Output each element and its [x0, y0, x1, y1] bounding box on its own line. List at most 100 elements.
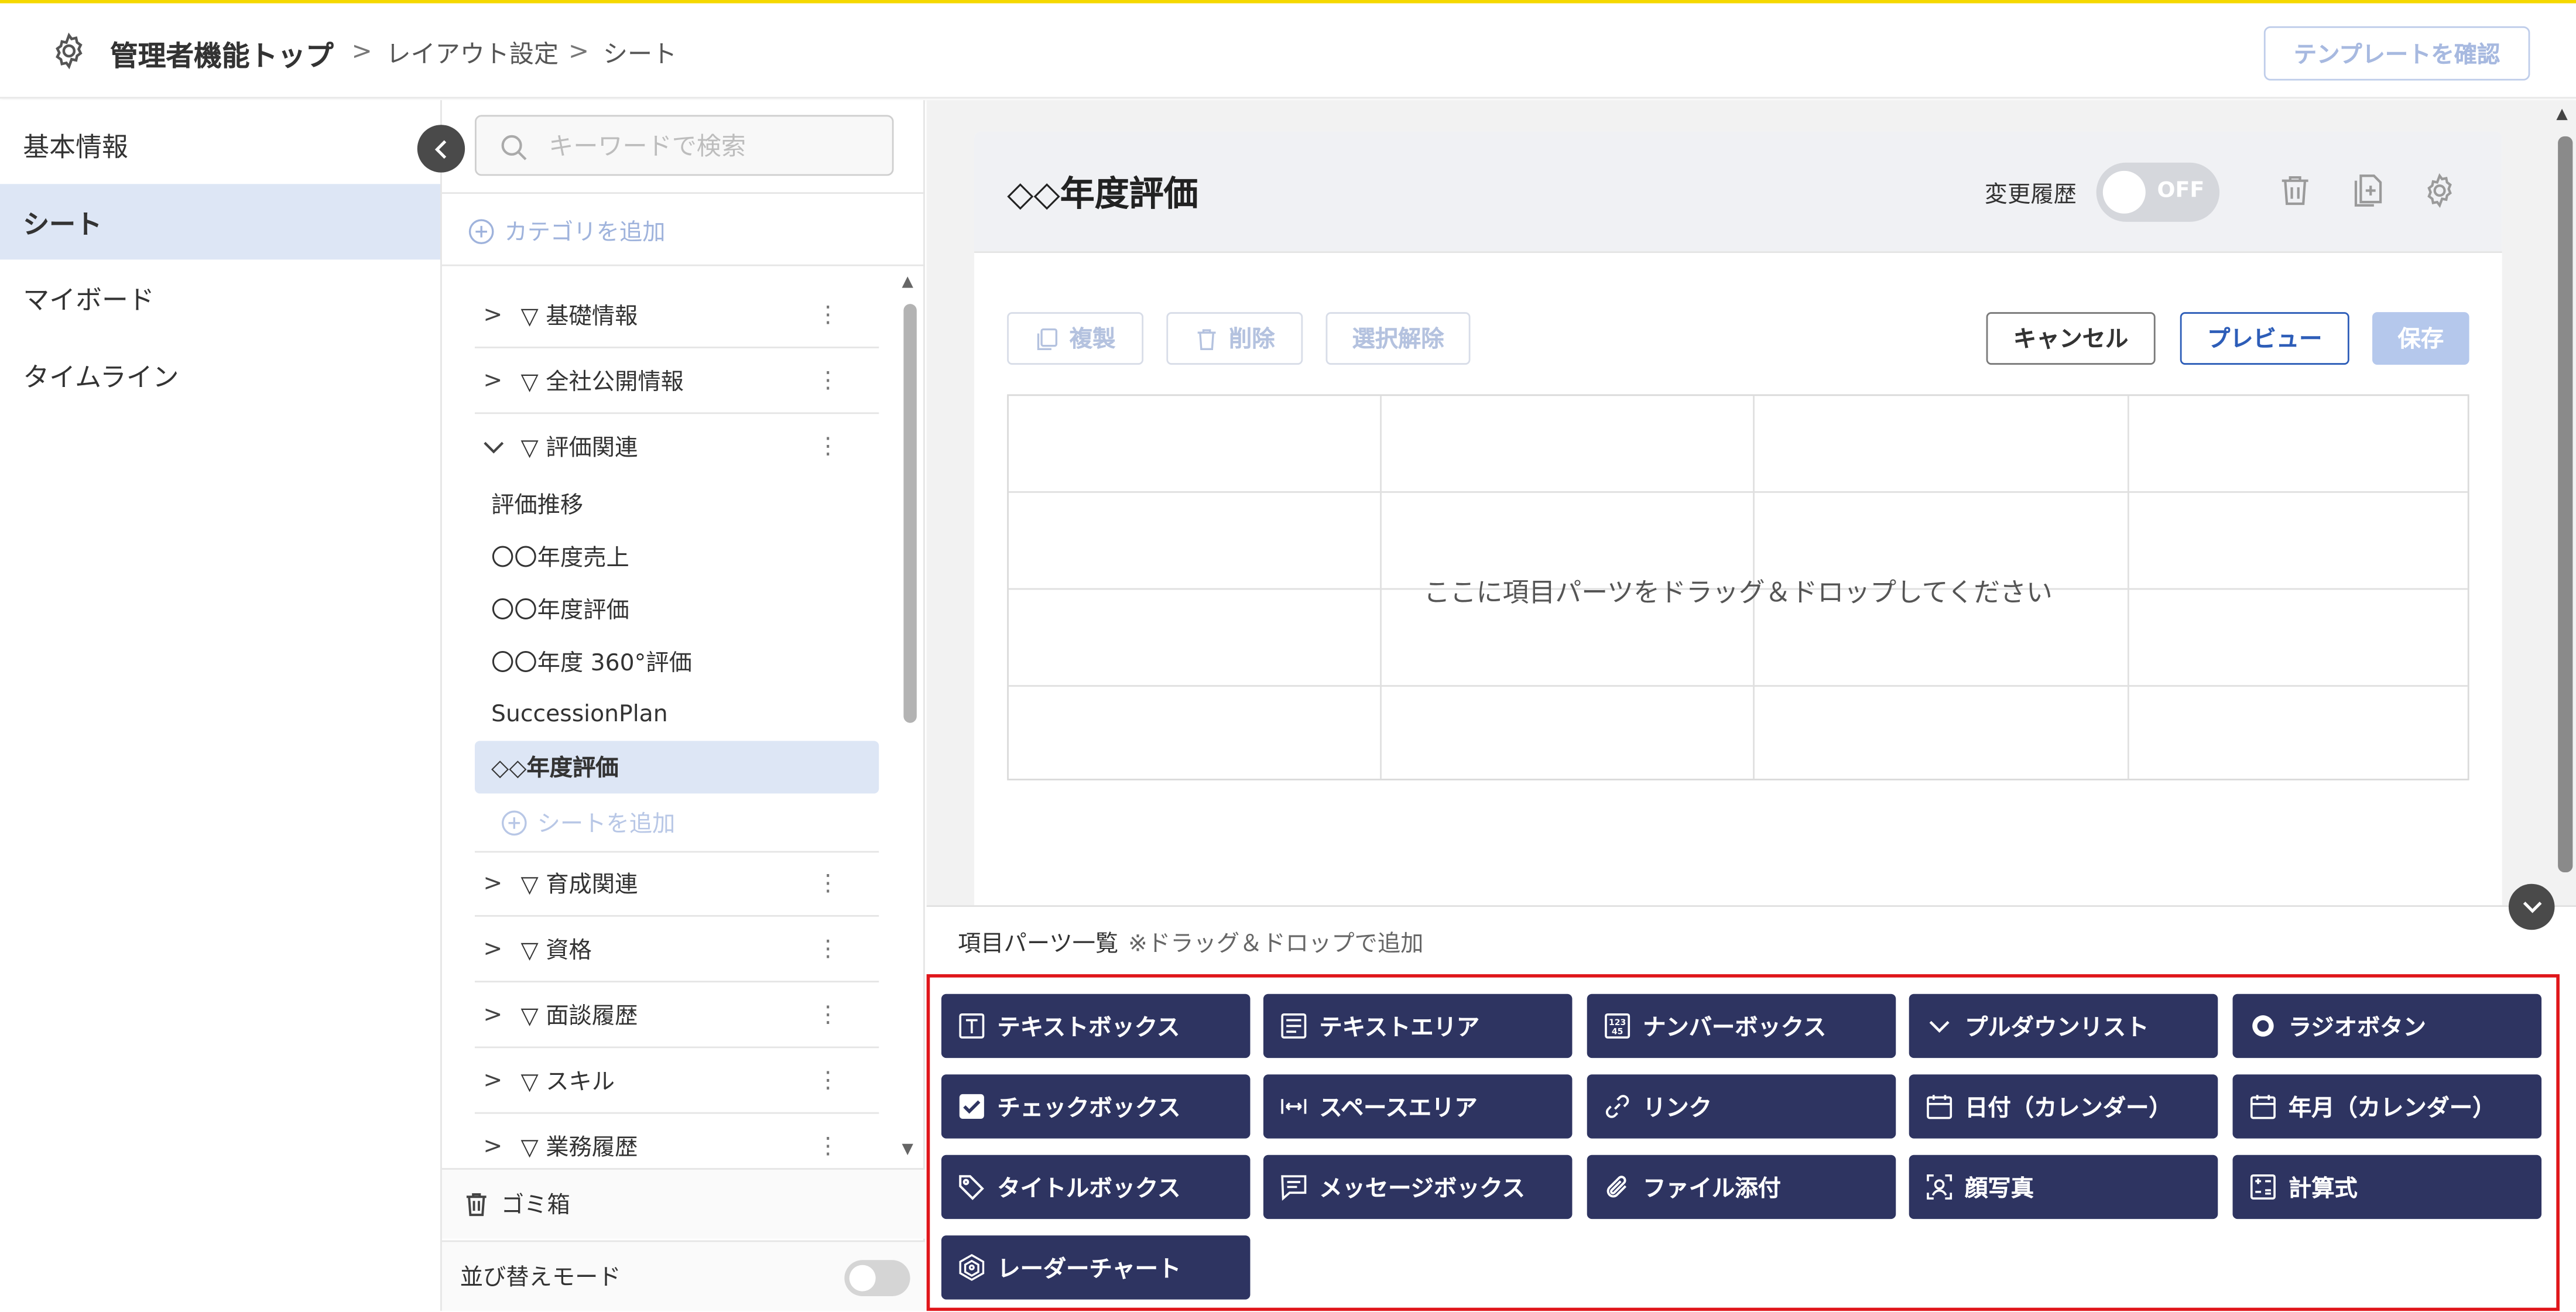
more-vertical-icon[interactable]: ⋮	[817, 367, 840, 393]
trash-icon[interactable]	[2275, 171, 2314, 210]
collapse-parts-button[interactable]	[2508, 883, 2555, 930]
sheet-item[interactable]: 〇〇年度 360°評価	[475, 636, 879, 688]
nav-item-myboard[interactable]: マイボード	[0, 259, 440, 335]
category-row[interactable]: > ▽ 資格 ⋮	[474, 917, 879, 983]
category-row[interactable]: > ▽ 育成関連 ⋮	[474, 851, 879, 917]
category-row[interactable]: > ▽ 全社公開情報 ⋮	[474, 348, 879, 415]
editor-scrollbar[interactable]: ▲	[2556, 107, 2573, 879]
part-message-box[interactable]: メッセージボックス	[1263, 1155, 1573, 1219]
sort-mode-toggle[interactable]	[844, 1260, 910, 1297]
category-row[interactable]: > ▽ 基礎情報 ⋮	[474, 283, 879, 348]
nav-item-basic-info[interactable]: 基本情報	[0, 107, 440, 182]
search-placeholder: キーワードで検索	[549, 131, 746, 161]
part-title-box[interactable]: タイトルボックス	[941, 1155, 1251, 1219]
part-label: プルダウンリスト	[1965, 1014, 2149, 1041]
scroll-up-icon[interactable]: ▲	[2556, 107, 2567, 123]
sheet-item[interactable]: 〇〇年度評価	[475, 583, 879, 636]
part-checkbox[interactable]: チェックボックス	[941, 1074, 1251, 1139]
deselect-label: 選択解除	[1352, 327, 1444, 354]
chevron-right-icon[interactable]: >	[475, 367, 511, 393]
delete-label: 削除	[1228, 327, 1275, 354]
scrollbar-thumb[interactable]	[2558, 136, 2573, 873]
duplicate-label: 複製	[1069, 327, 1116, 354]
nav-item-sheet[interactable]: シート	[0, 184, 441, 260]
link-icon	[1605, 1095, 1629, 1118]
sheet-card: ◇◇年度評価 変更履歴 OFF 複製 削除 選択解除 キャンセル プレビュー 保…	[974, 131, 2502, 920]
trash-row[interactable]: ゴミ箱	[441, 1168, 925, 1239]
more-vertical-icon[interactable]: ⋮	[817, 434, 840, 460]
part-pulldown-list[interactable]: プルダウンリスト	[1909, 994, 2218, 1058]
part-space-area[interactable]: スペースエリア	[1263, 1074, 1573, 1139]
more-vertical-icon[interactable]: ⋮	[817, 1001, 840, 1027]
part-label: 顔写真	[1965, 1175, 2034, 1202]
part-date-calendar[interactable]: 日付（カレンダー）	[1909, 1074, 2218, 1139]
calculator-icon	[2250, 1174, 2276, 1200]
checkbox-icon	[959, 1094, 984, 1119]
collapse-panel-button[interactable]	[417, 125, 465, 173]
space-area-icon	[1281, 1099, 1307, 1114]
paperclip-icon	[1606, 1176, 1627, 1198]
chevron-right-icon[interactable]: >	[475, 1133, 511, 1160]
preview-button[interactable]: プレビュー	[2180, 312, 2349, 365]
cancel-button[interactable]: キャンセル	[1986, 312, 2156, 365]
more-vertical-icon[interactable]: ⋮	[817, 870, 840, 896]
part-label: テキストボックス	[997, 1014, 1180, 1041]
chevron-right-icon[interactable]: >	[475, 936, 511, 962]
part-number-box[interactable]: 123 45 ナンバーボックス	[1587, 994, 1896, 1058]
category-row[interactable]: > ▽ スキル ⋮	[474, 1048, 879, 1114]
sheet-item[interactable]: 〇〇年度売上	[475, 530, 879, 583]
category-panel: キーワードで検索 カテゴリを追加 > ▽ 基礎情報 ⋮ > ▽ 全社公開情報 ⋮…	[440, 100, 925, 1311]
add-sheet-button[interactable]: シートを追加	[501, 807, 675, 840]
delete-button[interactable]: 削除	[1166, 312, 1303, 365]
save-button[interactable]: 保存	[2372, 312, 2469, 365]
scroll-down-icon[interactable]: ▼	[902, 1142, 913, 1158]
part-radar-chart[interactable]: レーダーチャート	[941, 1235, 1251, 1300]
chevron-right-icon[interactable]: >	[475, 1001, 511, 1027]
more-vertical-icon[interactable]: ⋮	[817, 1067, 840, 1094]
tag-icon	[959, 1175, 984, 1200]
part-label: ラジオボタン	[2288, 1014, 2426, 1041]
part-formula[interactable]: 計算式	[2232, 1155, 2542, 1219]
copy-sheet-icon[interactable]	[2348, 171, 2387, 210]
chevron-right-icon[interactable]: >	[475, 302, 511, 328]
scrollbar-thumb[interactable]	[903, 304, 917, 723]
parts-panel: 項目パーツ一覧 ※ドラッグ＆ドロップで追加 テキストボックス テキストエリア 12…	[926, 883, 2576, 1311]
part-link[interactable]: リンク	[1587, 1074, 1896, 1139]
gear-icon[interactable]	[2420, 171, 2459, 210]
message-icon	[1281, 1175, 1307, 1201]
part-file-attachment[interactable]: ファイル添付	[1587, 1155, 1896, 1219]
deselect-button[interactable]: 選択解除	[1325, 312, 1471, 365]
add-category-button[interactable]: カテゴリを追加	[468, 215, 665, 248]
template-check-button[interactable]: テンプレートを確認	[2263, 26, 2530, 81]
more-vertical-icon[interactable]: ⋮	[817, 1133, 840, 1160]
duplicate-button[interactable]: 複製	[1007, 312, 1144, 365]
drop-zone[interactable]: ここに項目パーツをドラッグ＆ドロップしてください	[1007, 394, 2469, 780]
breadcrumb-layout[interactable]: レイアウト設定	[386, 36, 559, 71]
chevron-right-icon[interactable]: >	[475, 870, 511, 896]
more-vertical-icon[interactable]: ⋮	[817, 302, 840, 328]
search-input[interactable]: キーワードで検索	[474, 115, 894, 176]
breadcrumb-root[interactable]: 管理者機能トップ	[110, 33, 334, 74]
sheet-item[interactable]: 評価推移	[475, 478, 879, 531]
category-row[interactable]: > ▽ 面談履歴 ⋮	[474, 982, 879, 1049]
nav-item-timeline[interactable]: タイムライン	[0, 337, 440, 412]
part-text-area[interactable]: テキストエリア	[1263, 994, 1573, 1058]
scroll-up-icon[interactable]: ▲	[902, 275, 913, 291]
breadcrumb-separator-icon: >	[351, 36, 372, 66]
chevron-down-icon[interactable]	[475, 440, 511, 454]
text-area-icon	[1281, 1013, 1307, 1039]
category-row[interactable]: ▽ 評価関連 ⋮	[475, 414, 879, 479]
part-radio-button[interactable]: ラジオボタン	[2232, 994, 2542, 1058]
history-toggle[interactable]: OFF	[2096, 162, 2220, 222]
sheet-item[interactable]: SuccessionPlan	[475, 688, 879, 741]
more-vertical-icon[interactable]: ⋮	[817, 936, 840, 962]
category-scrollbar[interactable]: ▲ ▼	[902, 275, 917, 1158]
chevron-right-icon[interactable]: >	[475, 1067, 511, 1094]
part-text-box[interactable]: テキストボックス	[941, 994, 1251, 1058]
part-year-month-calendar[interactable]: 年月（カレンダー）	[2232, 1074, 2542, 1139]
grid-line	[1008, 491, 2468, 493]
part-face-photo[interactable]: 顔写真	[1909, 1155, 2218, 1219]
gear-icon[interactable]	[49, 31, 88, 70]
sheet-item-selected[interactable]: ◇◇年度評価	[474, 741, 879, 794]
part-label: 日付（カレンダー）	[1965, 1095, 2172, 1122]
